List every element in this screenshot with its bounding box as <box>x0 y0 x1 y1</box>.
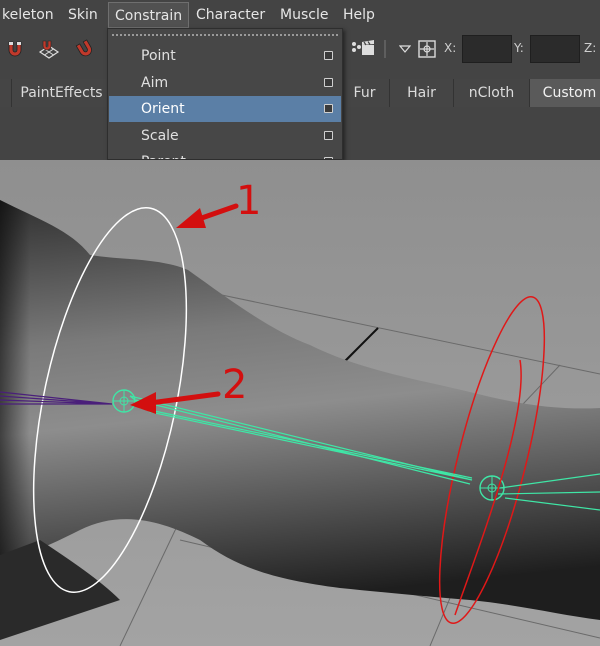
annotation-label-2: 2 <box>222 362 247 408</box>
menu-item-orient[interactable]: Orient <box>109 96 341 122</box>
chevron-down-icon[interactable] <box>398 38 412 60</box>
y-field-label: Y: <box>514 41 524 55</box>
menu-muscle[interactable]: Muscle <box>274 0 334 30</box>
tab-hair[interactable]: Hair <box>390 79 454 107</box>
main-menubar: keleton Skin Constrain Character Muscle … <box>0 0 600 31</box>
render-clapboard-icon[interactable] <box>350 38 376 60</box>
maya-interface: keleton Skin Constrain Character Muscle … <box>0 0 600 160</box>
menu-item-point[interactable]: Point <box>109 43 341 69</box>
option-box-icon[interactable] <box>324 78 333 87</box>
snap-to-grid-icon[interactable] <box>36 38 62 60</box>
annotation-label-1: 1 <box>236 178 261 224</box>
tab-fur[interactable]: Fur <box>340 79 390 107</box>
shelf-tab-previous[interactable] <box>0 79 12 107</box>
shoulder-joint[interactable] <box>112 389 136 413</box>
arm-shadow <box>0 200 100 560</box>
viewport-3d[interactable]: 1 2 <box>0 160 600 646</box>
tab-ncloth[interactable]: nCloth <box>454 79 530 107</box>
menu-item-label: Point <box>141 48 176 64</box>
z-field-label: Z: <box>584 41 597 55</box>
x-field-label: X: <box>444 41 457 55</box>
menu-constrain[interactable]: Constrain <box>108 2 190 28</box>
menu-character[interactable]: Character <box>190 0 271 30</box>
menu-item-label: Scale <box>141 128 179 144</box>
option-box-icon[interactable] <box>324 131 333 140</box>
tearoff-line[interactable] <box>112 34 338 40</box>
input-mode-target-icon[interactable] <box>414 38 440 60</box>
divider-icon <box>378 38 392 60</box>
menu-help[interactable]: Help <box>337 0 381 30</box>
menu-item-parent[interactable]: Parent <box>109 149 341 159</box>
menu-item-label: Orient <box>141 101 185 117</box>
snap-to-points-magnet-icon[interactable] <box>72 38 98 60</box>
option-box-icon[interactable] <box>324 51 333 60</box>
tab-painteffects[interactable]: PaintEffects <box>12 79 112 107</box>
menu-skin[interactable]: Skin <box>62 0 104 30</box>
y-coordinate-field[interactable] <box>530 35 580 63</box>
menu-item-label: Parent <box>141 149 186 159</box>
x-coordinate-field[interactable] <box>462 35 512 63</box>
menu-item-scale[interactable]: Scale <box>109 123 341 149</box>
option-box-icon[interactable] <box>324 104 333 113</box>
snap-to-curves-magnet-icon[interactable] <box>2 38 28 60</box>
menu-skeleton[interactable]: keleton <box>0 0 60 30</box>
constrain-menu: Point Aim Orient Scale Parent <box>107 28 343 160</box>
tab-custom[interactable]: Custom <box>530 79 600 107</box>
menu-item-aim[interactable]: Aim <box>109 70 341 96</box>
menu-item-label: Aim <box>141 75 169 91</box>
